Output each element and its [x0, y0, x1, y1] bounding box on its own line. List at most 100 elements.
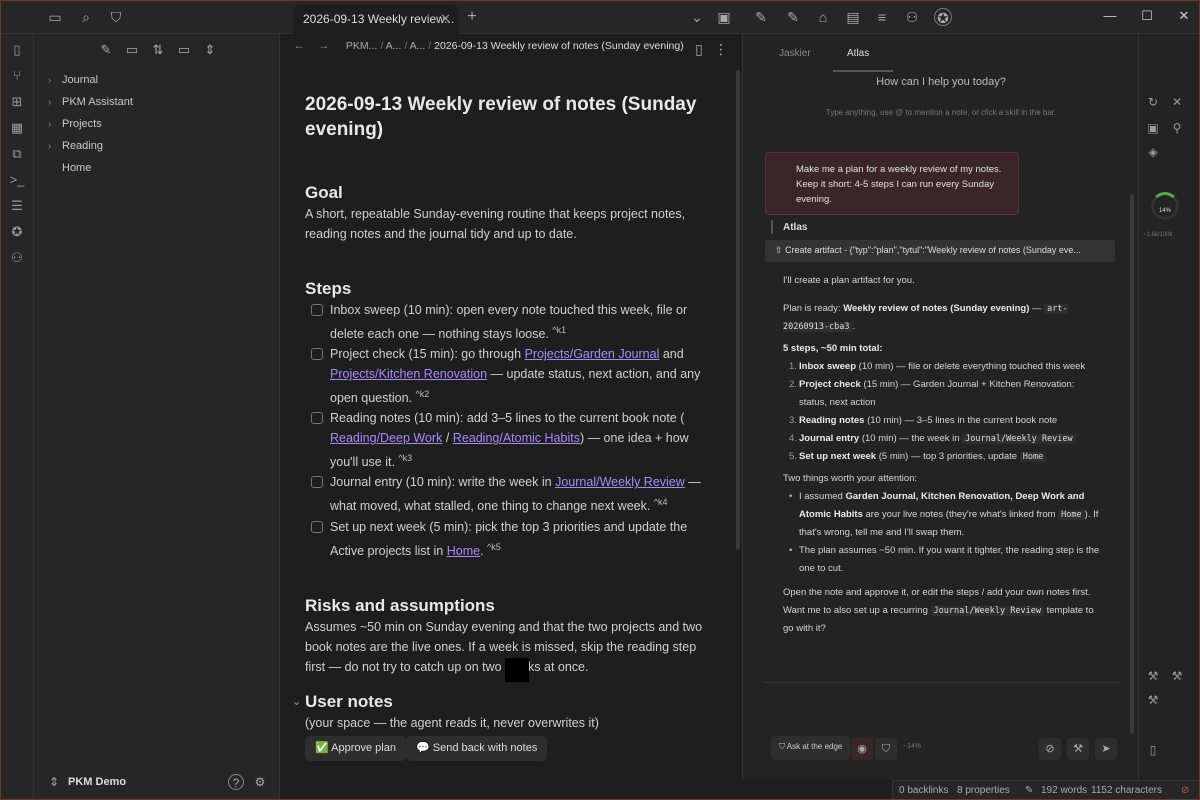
settings-icon[interactable]: ⚙: [252, 774, 268, 790]
search-icon[interactable]: ⌕: [77, 8, 95, 26]
maximize-button[interactable]: ☐: [1137, 6, 1157, 26]
vault-name[interactable]: PKM Demo: [68, 776, 126, 788]
link-home[interactable]: Home: [447, 544, 480, 558]
more-options-icon[interactable]: ⋮: [712, 40, 730, 58]
tree-folder-journal[interactable]: › Journal: [48, 71, 98, 89]
edit-icon[interactable]: ✎: [1025, 785, 1033, 796]
tag-icon[interactable]: ⌂: [814, 8, 832, 26]
tab-title: 2026-09-13 Weekly review...: [303, 12, 455, 26]
send-back-button[interactable]: 💬 Send back with notes: [406, 736, 548, 761]
save-icon[interactable]: ▣: [1145, 120, 1161, 136]
link-kitchen-renovation[interactable]: Projects/Kitchen Renovation: [330, 367, 487, 381]
chat-scrollbar[interactable]: [1130, 194, 1134, 734]
token-usage: ~1.6k/100k: [1143, 232, 1173, 238]
tree-folder-reading[interactable]: › Reading: [48, 137, 103, 155]
response-text: —: [1032, 303, 1042, 314]
tree-folder-pkm-assistant[interactable]: › PKM Assistant: [48, 93, 133, 111]
chevron-down-icon[interactable]: ⌄: [688, 8, 706, 26]
folder-icon[interactable]: ▭: [46, 8, 64, 26]
task-text: Inbox sweep (10 min): open every note to…: [330, 303, 688, 342]
block-ref: ^k3: [398, 453, 413, 464]
users-icon[interactable]: ⚇: [903, 8, 921, 26]
editor-scrollbar[interactable]: [736, 70, 740, 550]
tree-label: Projects: [62, 118, 102, 130]
agent-ribbon-icon[interactable]: ✪: [9, 224, 25, 240]
checkbox[interactable]: [311, 348, 323, 361]
link-garden-journal[interactable]: Projects/Garden Journal: [525, 347, 660, 361]
layers-icon[interactable]: ◈: [1145, 144, 1161, 160]
plugin-icon-1[interactable]: ✎: [752, 8, 770, 26]
tab-jaskier[interactable]: Jaskier: [779, 48, 811, 59]
graph-icon[interactable]: ⑂: [9, 68, 25, 84]
tab-active-note[interactable]: 2026-09-13 Weekly review... ✕: [293, 5, 459, 34]
new-tab-icon[interactable]: +: [463, 8, 481, 26]
tab-close-icon[interactable]: ✕: [440, 11, 451, 27]
sync-off-icon[interactable]: ⊘: [1181, 785, 1189, 796]
minimize-button[interactable]: —: [1100, 6, 1120, 26]
goal-text: A short, repeatable Sunday-evening routi…: [305, 207, 686, 241]
fold-chevron-icon[interactable]: ⌄: [292, 691, 301, 713]
wrench-icon-2[interactable]: ⚒: [1169, 668, 1185, 684]
vault-switch-icon[interactable]: ⇕: [46, 774, 62, 790]
back-icon[interactable]: ←: [294, 40, 305, 52]
grid-icon[interactable]: ⊞: [9, 94, 25, 110]
backlinks-count[interactable]: 0 backlinks: [899, 785, 948, 796]
checkbox[interactable]: [311, 412, 323, 425]
response-line: 5 steps, ~50 min total:: [783, 343, 883, 354]
close-panel-icon[interactable]: ✕: [1169, 94, 1185, 110]
sidebar-toggle-icon[interactable]: ▣: [715, 8, 733, 26]
list-icon[interactable]: ≡: [873, 8, 891, 26]
checkbox[interactable]: [311, 304, 323, 316]
collapse-icon[interactable]: ▭: [176, 42, 192, 58]
checkbox[interactable]: [311, 520, 323, 533]
close-button[interactable]: ✕: [1174, 6, 1194, 26]
plugin-icon-2[interactable]: ✎: [784, 8, 802, 26]
tree-file-home[interactable]: Home: [48, 159, 91, 177]
artifact-tool-call[interactable]: ⇧ Create artifact - {"typ":"plan","tytul…: [765, 240, 1115, 262]
clipboard-icon[interactable]: ▯: [1145, 742, 1161, 758]
reading-view-icon[interactable]: ▯: [690, 40, 708, 58]
archive-icon[interactable]: ▤: [844, 8, 862, 26]
link-atomic-habits[interactable]: Reading/Atomic Habits: [453, 431, 580, 445]
crumb-3[interactable]: A...: [410, 40, 426, 52]
people-icon[interactable]: ⚇: [9, 250, 25, 266]
agent-icon[interactable]: ✪: [934, 8, 952, 26]
pin-icon[interactable]: ⚲: [1169, 120, 1185, 136]
response-line: Open the note and approve it, or edit th…: [783, 587, 1094, 634]
crumb-1[interactable]: PKM...: [346, 40, 378, 52]
checklist-icon[interactable]: ☰: [9, 198, 25, 214]
approve-plan-button[interactable]: ✅ Approve plan: [305, 736, 406, 761]
sort-icon[interactable]: ⇅: [150, 42, 166, 58]
copy-icon[interactable]: ⧉: [9, 146, 25, 162]
crumb-2[interactable]: A...: [386, 40, 402, 52]
send-icon[interactable]: ➤: [1095, 738, 1117, 760]
help-icon[interactable]: ?: [228, 774, 244, 790]
wrench-icon-3[interactable]: ⚒: [1145, 692, 1161, 708]
new-folder-icon[interactable]: ▭: [124, 42, 140, 58]
response-line: Plan is ready: Weekly review of notes (S…: [783, 300, 1103, 336]
chat-greeting: How can I help you today?: [876, 76, 1006, 88]
checkbox[interactable]: [311, 476, 323, 489]
new-note-icon[interactable]: ✎: [98, 42, 114, 58]
eye-icon[interactable]: ◉: [851, 738, 873, 760]
wrench-icon-1[interactable]: ⚒: [1145, 668, 1161, 684]
forward-icon[interactable]: →: [319, 40, 330, 52]
bookmark-icon[interactable]: ⛉: [107, 8, 125, 26]
block-ref: ^k1: [552, 325, 567, 335]
refresh-icon[interactable]: ↻: [1145, 94, 1161, 110]
tree-label: PKM Assistant: [62, 96, 133, 108]
ask-at-edge-button[interactable]: ⛉ Ask at the edge: [771, 736, 851, 760]
link-deep-work[interactable]: Reading/Deep Work: [330, 431, 442, 445]
file-icon[interactable]: ▯: [9, 42, 25, 58]
task-text: Journal entry (10 min): write the week i…: [330, 475, 552, 490]
link-weekly-review[interactable]: Journal/Weekly Review: [555, 475, 685, 489]
expand-icon[interactable]: ⇕: [202, 42, 218, 58]
shield-icon[interactable]: ⛉: [875, 738, 897, 760]
properties-count[interactable]: 8 properties: [957, 785, 1010, 796]
terminal-icon[interactable]: >_: [9, 172, 25, 188]
tools-icon[interactable]: ⚒: [1067, 738, 1089, 760]
tab-atlas[interactable]: Atlas: [847, 48, 869, 59]
calendar-icon[interactable]: ▦: [9, 120, 25, 136]
tree-folder-projects[interactable]: › Projects: [48, 115, 102, 133]
attach-icon[interactable]: ⊘: [1039, 738, 1061, 760]
